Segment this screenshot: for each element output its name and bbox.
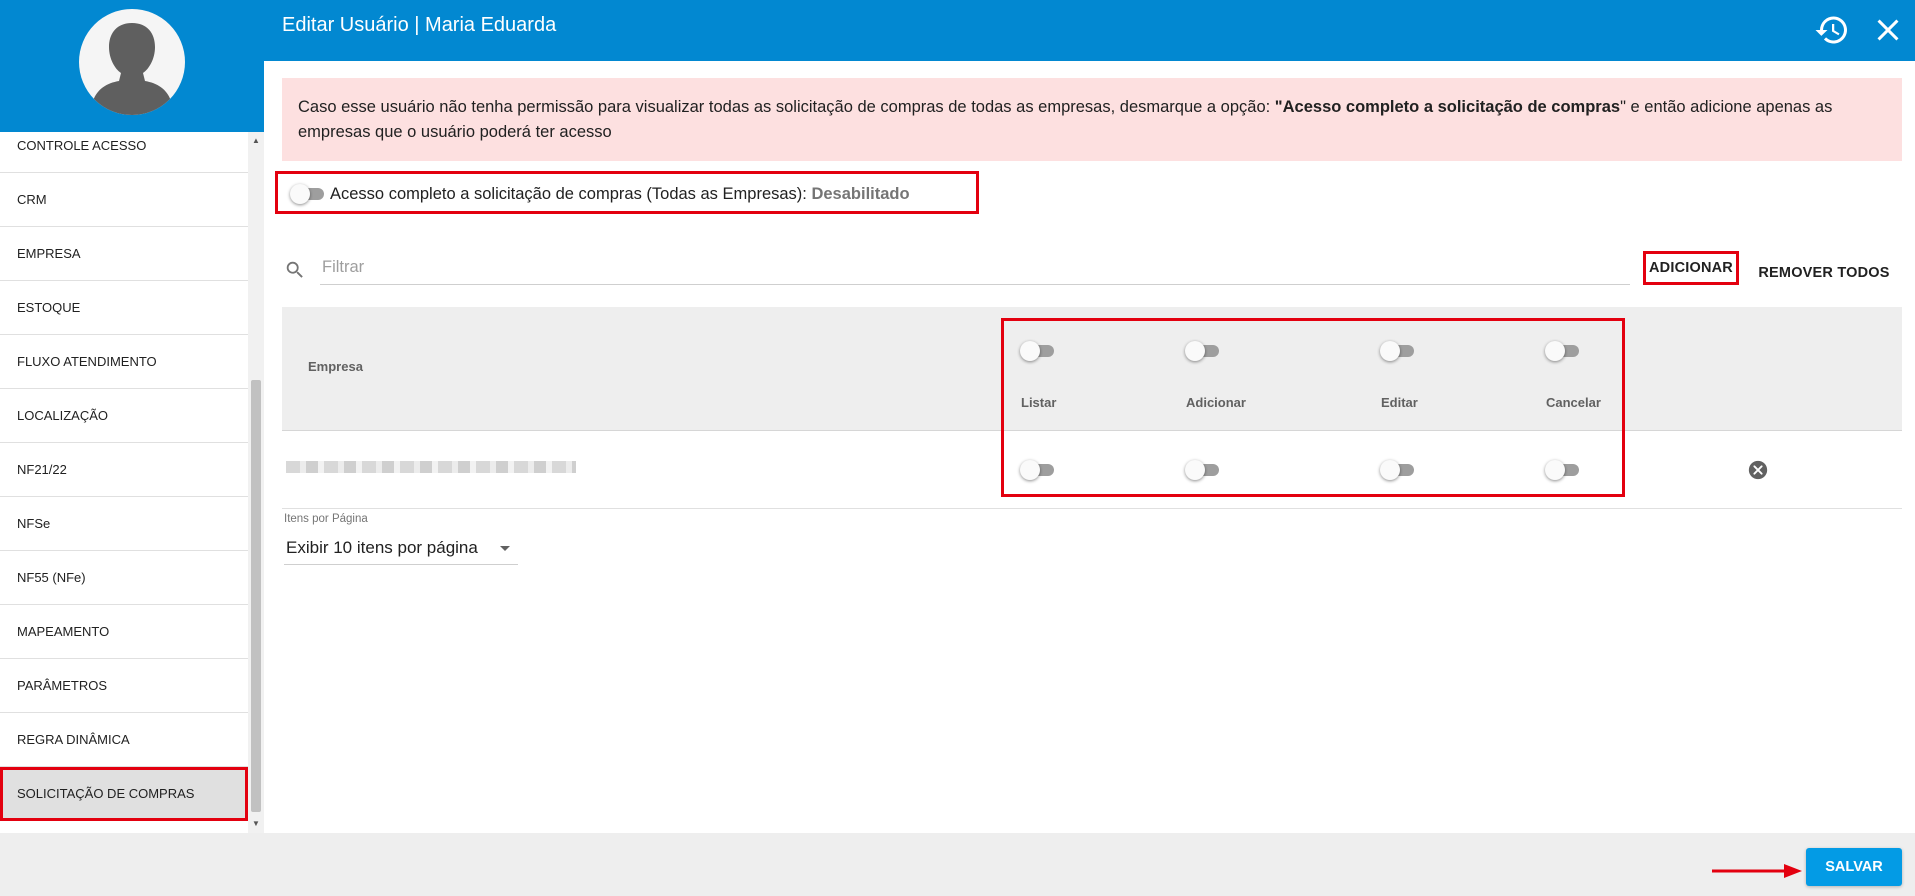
sidebar-item-nf21-22[interactable]: NF21/22: [0, 443, 248, 497]
companies-table: Empresa Listar Adicionar Editar Cancelar: [282, 307, 1902, 509]
sidebar-item-regra-dinamica[interactable]: REGRA DINÂMICA: [0, 713, 248, 767]
items-per-page-value: Exibir 10 itens por página: [286, 538, 478, 557]
items-per-page-select[interactable]: Exibir 10 itens por página: [284, 531, 518, 565]
full-access-toggle-row: Acesso completo a solicitação de compras…: [275, 171, 979, 214]
header-toggle-adicionar[interactable]: [1185, 341, 1225, 361]
alert-text-bold: "Acesso completo a solicitação de compra…: [1274, 98, 1621, 116]
alert-text-before: Caso esse usuário não tenha permissão pa…: [298, 98, 1275, 116]
main-content: Caso esse usuário não tenha permissão pa…: [264, 61, 1915, 833]
sidebar: CONTROLE ACESSO CRM EMPRESA ESTOQUE FLUX…: [0, 0, 264, 833]
history-icon: [1815, 16, 1847, 44]
sidebar-item-solicitacao-de-compras[interactable]: SOLICITAÇÃO DE COMPRAS: [0, 767, 248, 821]
column-header-adicionar: Adicionar: [1186, 395, 1246, 410]
page-title: Editar Usuário | Maria Eduarda: [282, 14, 557, 36]
sidebar-header: [0, 0, 264, 132]
sidebar-item-parametros[interactable]: PARÂMETROS: [0, 659, 248, 713]
close-icon: [1877, 19, 1899, 41]
user-silhouette-icon: [93, 23, 171, 115]
full-access-label-text: Acesso completo a solicitação de compras…: [330, 185, 812, 203]
close-button[interactable]: [1870, 12, 1906, 48]
sidebar-menu: CONTROLE ACESSO CRM EMPRESA ESTOQUE FLUX…: [0, 132, 248, 833]
company-name-redacted: [286, 461, 576, 473]
column-header-editar: Editar: [1381, 395, 1418, 410]
row-toggle-listar[interactable]: [1020, 460, 1060, 480]
save-button[interactable]: SALVAR: [1806, 848, 1902, 886]
table-header: Empresa Listar Adicionar Editar Cancelar: [282, 307, 1902, 431]
sidebar-item-mapeamento[interactable]: MAPEAMENTO: [0, 605, 248, 659]
row-toggle-cancelar[interactable]: [1545, 460, 1585, 480]
sidebar-item-nfse[interactable]: NFSe: [0, 497, 248, 551]
full-access-state: Desabilitado: [811, 185, 910, 203]
add-button[interactable]: ADICIONAR: [1643, 251, 1739, 285]
sidebar-item-estoque[interactable]: ESTOQUE: [0, 281, 248, 335]
sidebar-item-crm[interactable]: CRM: [0, 173, 248, 227]
info-alert: Caso esse usuário não tenha permissão pa…: [282, 78, 1902, 161]
column-header-empresa: Empresa: [308, 359, 363, 374]
full-access-toggle[interactable]: [290, 184, 330, 204]
dialog-header: Editar Usuário | Maria Eduarda: [264, 0, 1915, 61]
scroll-thumb[interactable]: [251, 380, 261, 812]
sidebar-scrollbar[interactable]: ▲ ▼: [248, 132, 264, 833]
sidebar-item-empresa[interactable]: EMPRESA: [0, 227, 248, 281]
table-row: [282, 431, 1902, 509]
remove-all-button[interactable]: REMOVER TODOS: [1754, 255, 1894, 291]
header-toggle-editar[interactable]: [1380, 341, 1420, 361]
sidebar-item-controle-acesso[interactable]: CONTROLE ACESSO: [0, 132, 248, 173]
row-toggle-editar[interactable]: [1380, 460, 1420, 480]
row-toggle-adicionar[interactable]: [1185, 460, 1225, 480]
dialog-footer: SALVAR: [0, 833, 1915, 896]
sidebar-item-localizacao[interactable]: LOCALIZAÇÃO: [0, 389, 248, 443]
scroll-up-arrow-icon[interactable]: ▲: [248, 134, 264, 148]
column-header-listar: Listar: [1021, 395, 1057, 410]
history-button[interactable]: [1814, 12, 1850, 48]
filter-input[interactable]: [320, 251, 1630, 285]
dropdown-arrow-icon: [500, 546, 510, 551]
remove-row-icon[interactable]: [1747, 459, 1769, 481]
sidebar-item-nf55[interactable]: NF55 (NFe): [0, 551, 248, 605]
arrow-right-icon: [1712, 864, 1802, 878]
sidebar-item-fluxo-atendimento[interactable]: FLUXO ATENDIMENTO: [0, 335, 248, 389]
column-header-cancelar: Cancelar: [1546, 395, 1601, 410]
full-access-label: Acesso completo a solicitação de compras…: [330, 185, 910, 204]
avatar: [79, 9, 185, 115]
scroll-down-arrow-icon[interactable]: ▼: [248, 817, 264, 831]
header-toggle-listar[interactable]: [1020, 341, 1060, 361]
search-icon: [286, 261, 303, 278]
pager-label: Itens por Página: [284, 513, 368, 525]
header-toggle-cancelar[interactable]: [1545, 341, 1585, 361]
